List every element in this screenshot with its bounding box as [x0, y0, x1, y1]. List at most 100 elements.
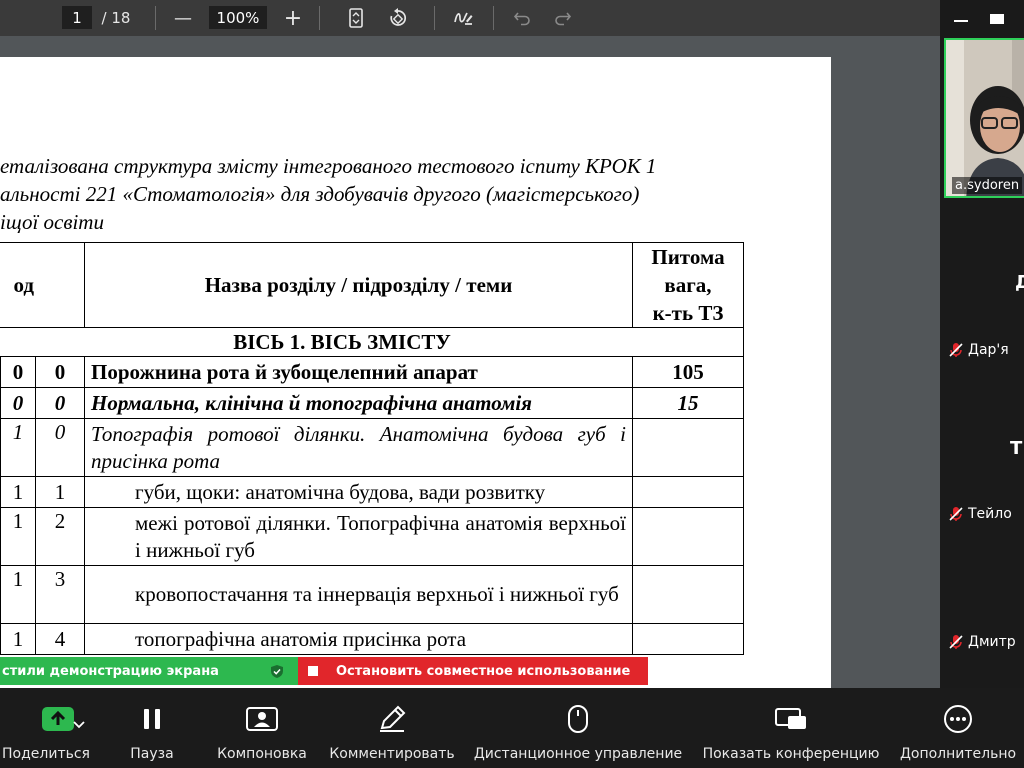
draw-button[interactable]	[450, 0, 476, 36]
participant-name: Дар'я	[968, 342, 1009, 358]
cell-code2: 1	[0, 476, 36, 508]
header-name: Назва розділу / підрозділу / теми	[84, 242, 633, 328]
mic-muted-icon	[949, 635, 963, 649]
cell-code3: 0	[35, 418, 85, 477]
cell-name: Порожнина рота й зубощелепний апарат	[84, 356, 633, 388]
page-number-input[interactable]: 1	[62, 6, 92, 29]
cell-name: Нормальна, клінічна й топографічна анато…	[84, 387, 633, 419]
zoom-level-input[interactable]: 100%	[209, 6, 267, 29]
table-header-row: од Назва розділу / підрозділу / теми Пит…	[0, 242, 744, 328]
participant-item[interactable]: Тейло	[948, 506, 1012, 522]
self-video-tile[interactable]: a.sydoren	[944, 38, 1024, 198]
rotate-button[interactable]	[385, 0, 411, 36]
more-label: Дополнительно	[899, 746, 1017, 762]
cell-code3: 0	[35, 387, 85, 419]
pdf-toolbar: 1 / 18 — 100% +	[0, 0, 940, 36]
share-label: Поделиться	[2, 746, 90, 762]
fit-page-button[interactable]	[344, 0, 368, 36]
layout-icon-wrap	[245, 696, 279, 742]
cell-code2: 1	[0, 418, 36, 477]
cell-weight	[632, 565, 744, 624]
cell-code2: 1	[0, 623, 36, 655]
fit-page-icon	[349, 8, 363, 28]
more-button[interactable]: Дополнительно	[898, 688, 1018, 768]
table-row: 1 3 кровопостачання та іннервація верхнь…	[0, 565, 744, 624]
toolbar-divider	[434, 6, 435, 30]
cell-code2: 1	[0, 507, 36, 566]
more-icon-wrap	[942, 696, 974, 742]
cell-name: губи, щоки: анатомічна будова, вади розв…	[84, 476, 633, 508]
cell-name: Топографія ротової ділянки. Анатомічна б…	[84, 418, 633, 477]
show-meeting-button[interactable]: Показать конференцию	[700, 688, 882, 768]
pause-label: Пауза	[130, 746, 174, 762]
self-name-tag: a.sydoren	[952, 177, 1023, 194]
participant-item[interactable]: Дар'я	[948, 342, 1009, 358]
show-meeting-label: Показать конференцию	[702, 746, 880, 762]
video-window-controls	[940, 0, 1024, 36]
mic-muted-icon	[949, 343, 963, 357]
table-row: 1 4 топографічна анатомія присінка рота	[0, 623, 744, 655]
zoom-out-button[interactable]: —	[170, 0, 196, 36]
draw-icon	[454, 12, 473, 25]
stop-share-button[interactable]: Остановить совместное использование	[298, 657, 648, 685]
cell-code3: 3	[35, 565, 85, 624]
cell-code3: 0	[35, 356, 85, 388]
more-icon	[944, 705, 972, 733]
pdf-viewer[interactable]: еталізована структура змісту інтегровано…	[0, 36, 940, 688]
pause-icon-wrap	[141, 696, 163, 742]
document-title: еталізована структура змісту інтегровано…	[0, 152, 760, 236]
title-line: еталізована структура змісту інтегровано…	[0, 154, 657, 178]
layout-button[interactable]: Компоновка	[212, 688, 312, 768]
minimize-icon[interactable]	[954, 20, 968, 22]
remote-control-label: Дистанционное управление	[473, 746, 683, 762]
header-weight-line: вага,	[664, 273, 712, 297]
meeting-window-icon	[775, 708, 806, 729]
pdf-page: еталізована структура змісту інтегровано…	[0, 57, 831, 688]
annotate-icon-wrap	[377, 696, 407, 742]
toolbar-divider	[319, 6, 320, 30]
page-total: / 18	[101, 9, 131, 27]
cell-weight	[632, 418, 744, 477]
title-line: іщої освіти	[0, 210, 104, 234]
cell-name: межі ротової ділянки. Топографічна анато…	[84, 507, 633, 566]
participant-item[interactable]: Дмитр	[948, 634, 1016, 650]
cell-code2: 0	[0, 356, 36, 388]
pause-button[interactable]: Пауза	[112, 688, 192, 768]
header-code: од	[0, 242, 85, 328]
axis-title: ВІСЬ 1. ВІСЬ ЗМІСТУ	[0, 327, 744, 357]
maximize-icon[interactable]	[990, 14, 1004, 24]
undo-button[interactable]	[510, 0, 534, 36]
content-table: од Назва розділу / підрозділу / теми Пит…	[0, 242, 744, 655]
layout-label: Компоновка	[217, 746, 307, 762]
cell-weight: 15	[632, 387, 744, 419]
toolbar-divider	[155, 6, 156, 30]
title-line: альності 221 «Стоматологія» для здобувач…	[0, 182, 640, 206]
cell-name: топографічна анатомія присінка рота	[84, 623, 633, 655]
table-row: 0 0 Нормальна, клінічна й топографічна а…	[0, 387, 744, 419]
cell-name: кровопостачання та іннервація верхньої і…	[84, 565, 633, 624]
chevron-down-icon	[73, 721, 85, 729]
redo-icon	[555, 12, 572, 26]
participant-initial: Д	[1015, 272, 1024, 293]
redo-button[interactable]	[551, 0, 575, 36]
pencil-icon	[380, 705, 406, 732]
cell-code3: 4	[35, 623, 85, 655]
annotate-button[interactable]: Комментировать	[326, 688, 458, 768]
table-row: 0 0 Порожнина рота й зубощелепний апарат…	[0, 356, 744, 388]
remote-control-button[interactable]: Дистанционное управление	[472, 688, 684, 768]
table-row: 1 2 межі ротової ділянки. Топографічна а…	[0, 507, 744, 566]
remote-icon-wrap	[567, 696, 589, 742]
pause-icon	[144, 709, 160, 729]
sharing-status-banner: стили демонстрацию экрана	[0, 657, 298, 685]
participant-name: Дмитр	[968, 634, 1016, 650]
zoom-in-button[interactable]: +	[280, 0, 306, 36]
cell-code2: 1	[0, 565, 36, 624]
toolbar-divider	[493, 6, 494, 30]
annotate-label: Комментировать	[329, 746, 455, 762]
undo-icon	[513, 12, 530, 26]
header-weight: Питома вага, к-ть ТЗ	[632, 242, 744, 328]
share-options-chevron[interactable]	[73, 714, 85, 733]
annotate-layout-icon	[246, 707, 278, 731]
show-meeting-icon-wrap	[774, 696, 808, 742]
stop-icon	[308, 666, 318, 676]
